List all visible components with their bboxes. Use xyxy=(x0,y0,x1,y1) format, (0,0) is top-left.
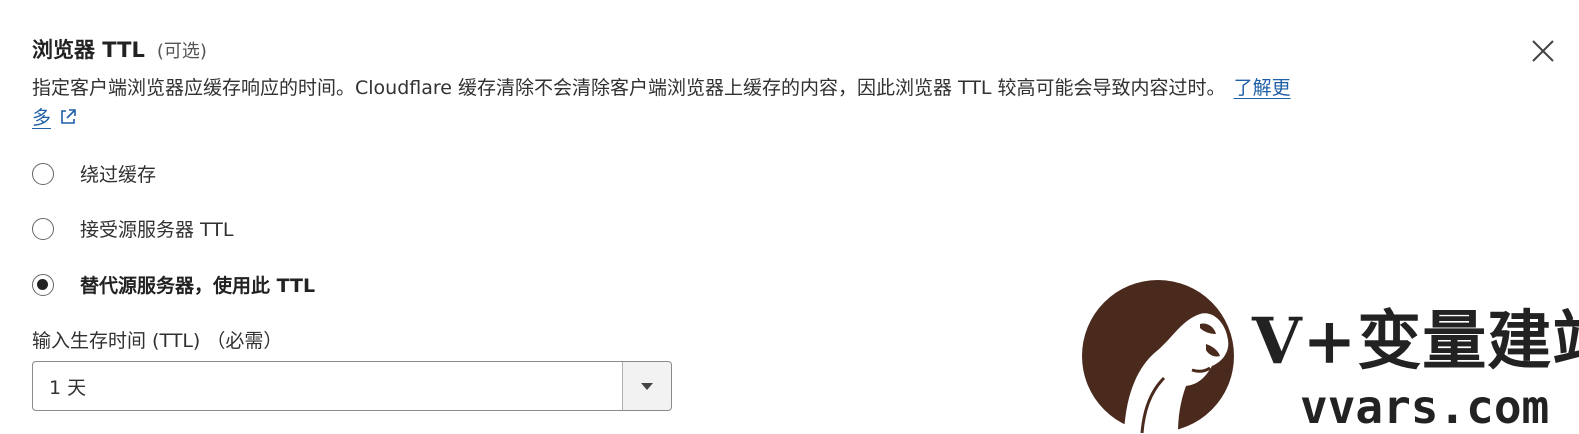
option-label: 绕过缓存 xyxy=(80,164,157,186)
option-override-origin[interactable]: 替代源服务器，使用此 TTL xyxy=(32,271,315,298)
ttl-select-value: 1 天 xyxy=(49,376,87,399)
radio-override-origin[interactable] xyxy=(32,273,54,296)
section-header: 浏览器 TTL (可选) xyxy=(32,34,207,64)
optional-tag: (可选) xyxy=(156,41,207,62)
ttl-field-label: 输入生存时间 (TTL) （必需） xyxy=(32,330,283,352)
watermark-brand: V+变量建站 xyxy=(1252,304,1579,379)
option-bypass-cache[interactable]: 绕过缓存 xyxy=(32,160,156,187)
select-arrow-button[interactable] xyxy=(622,362,671,410)
radio-respect-origin-ttl[interactable] xyxy=(32,217,54,240)
gorilla-logo-icon xyxy=(1082,280,1234,433)
option-label: 替代源服务器，使用此 TTL xyxy=(80,275,316,297)
option-respect-origin-ttl[interactable]: 接受源服务器 TTL xyxy=(32,215,234,242)
chevron-down-icon xyxy=(641,383,653,390)
watermark: V+变量建站 vvars.com xyxy=(1082,280,1579,434)
section-description: 指定客户端浏览器应缓存响应的时间。Cloudflare 缓存清除不会清除客户端浏… xyxy=(32,73,1302,133)
ttl-select[interactable]: 1 天 xyxy=(32,361,672,411)
option-label: 接受源服务器 TTL xyxy=(80,219,234,241)
description-text: 指定客户端浏览器应缓存响应的时间。Cloudflare 缓存清除不会清除客户端浏… xyxy=(32,77,1226,99)
radio-bypass-cache[interactable] xyxy=(32,162,54,185)
watermark-domain: vvars.com xyxy=(1300,380,1550,434)
external-link-icon[interactable] xyxy=(59,108,77,126)
section-title: 浏览器 TTL xyxy=(32,38,145,62)
close-icon[interactable] xyxy=(1530,38,1556,64)
